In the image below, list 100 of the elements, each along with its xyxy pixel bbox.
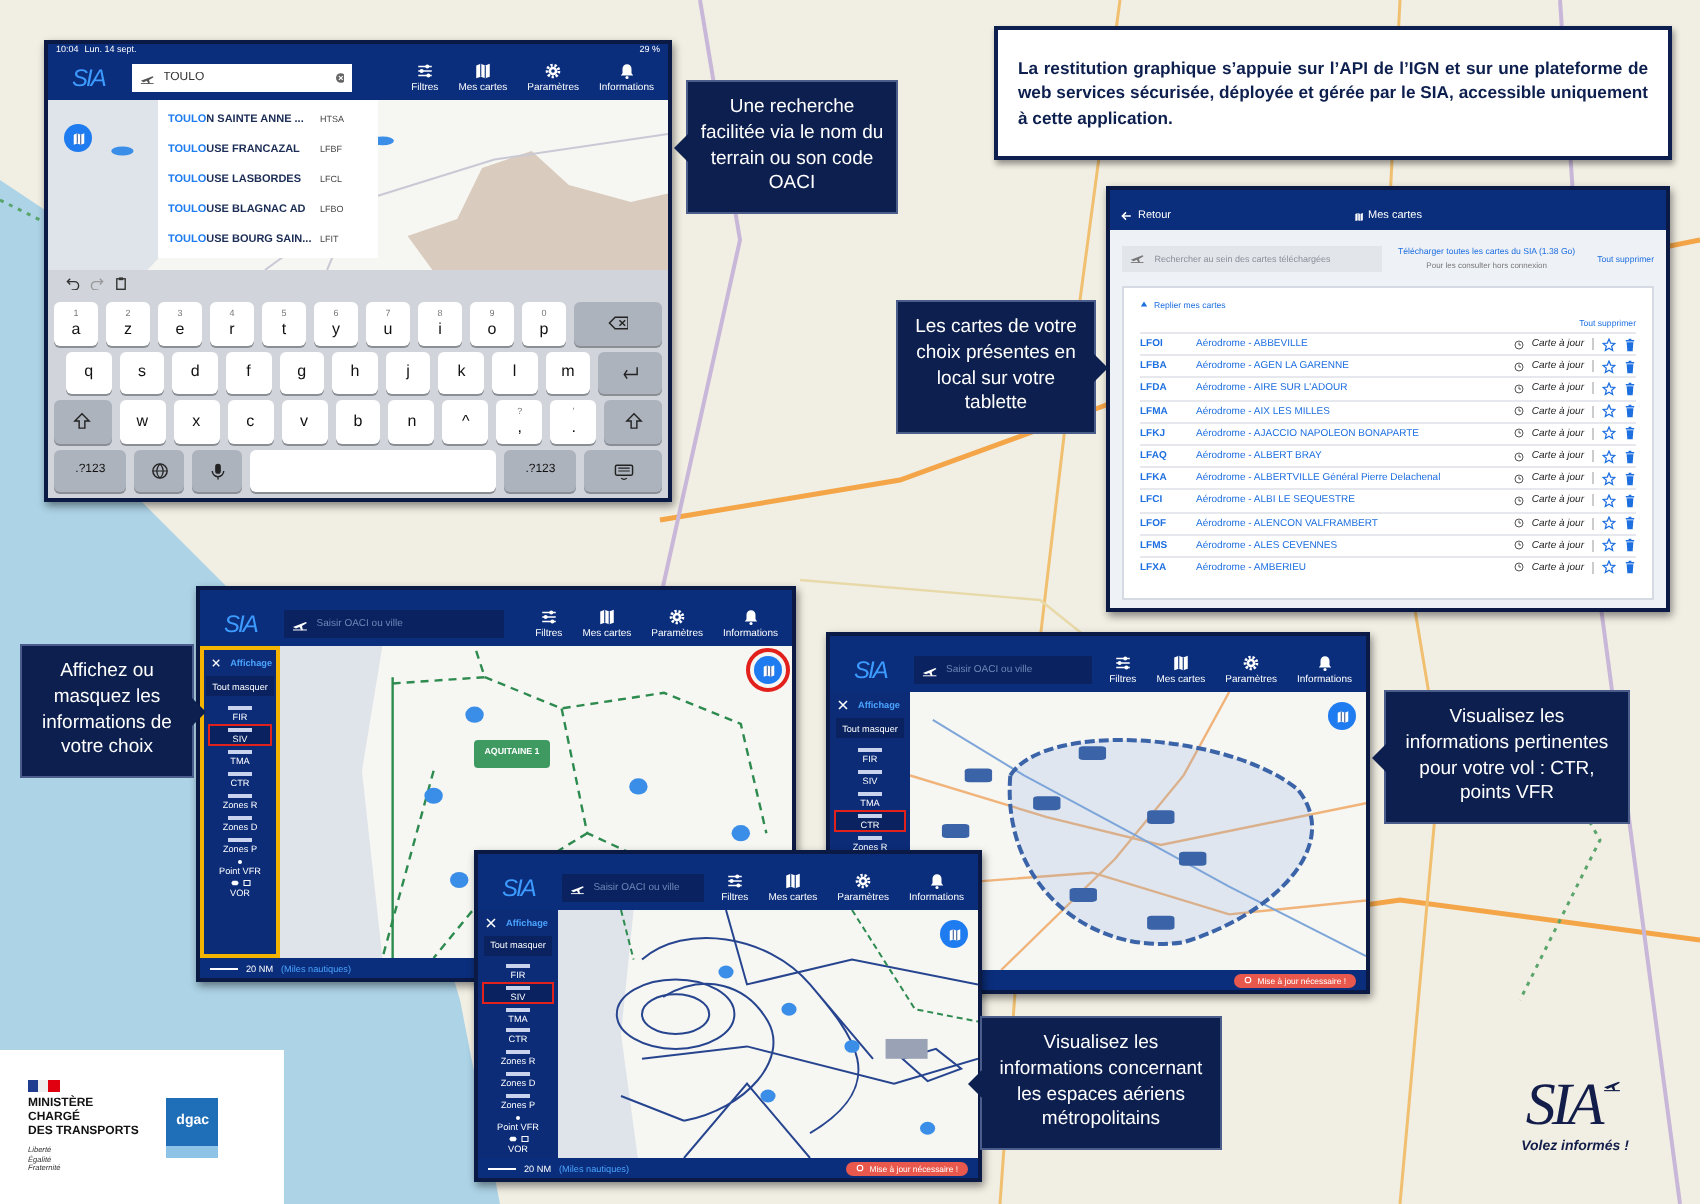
map-icon <box>1354 211 1365 221</box>
vor-icon <box>505 1136 531 1143</box>
callout-text: Les cartes de votre choix présentes en local sur votre tablette <box>913 316 1079 418</box>
trash-icon <box>1624 493 1636 508</box>
favorite-button[interactable] <box>1602 560 1616 575</box>
keyboard-key[interactable]: b <box>335 400 381 443</box>
keyboard-key[interactable]: f <box>225 351 271 394</box>
microphone-icon <box>207 461 228 480</box>
line-symbol-icon <box>228 771 252 775</box>
caret-icon <box>1140 300 1148 308</box>
keyboard-key[interactable]: ^ <box>442 400 489 443</box>
keyboard-key[interactable] <box>192 449 243 492</box>
plane-icon <box>1130 250 1145 266</box>
keyboard-key[interactable]: k <box>438 351 484 394</box>
clock-icon <box>1513 428 1524 439</box>
sliders-icon <box>415 62 434 80</box>
clock-icon <box>1513 518 1524 529</box>
map-icon <box>947 927 961 941</box>
sliders-icon <box>539 608 558 626</box>
favorite-button[interactable] <box>1602 426 1616 441</box>
delete-button[interactable] <box>1624 471 1636 486</box>
map-icon <box>783 872 802 890</box>
globe-icon <box>149 461 170 480</box>
keyboard-key[interactable]: n <box>388 400 435 443</box>
trash-icon <box>1624 337 1636 352</box>
callout-text: Affichez ou masquez les informations de votre choix <box>40 660 174 762</box>
line-symbol-icon <box>858 835 882 839</box>
gear-icon <box>544 62 563 80</box>
favorite-button[interactable] <box>1602 516 1616 531</box>
app-logo: SIA <box>70 64 108 92</box>
keyboard-key[interactable]: s <box>119 351 165 394</box>
map-icon <box>1335 709 1349 723</box>
app-logo: SIA <box>222 610 260 638</box>
delete-button[interactable] <box>1624 493 1636 508</box>
delete-button[interactable] <box>1624 359 1636 374</box>
line-symbol-icon <box>506 1072 530 1077</box>
shift-icon <box>72 412 93 431</box>
clock-icon <box>1513 562 1524 573</box>
shift-icon <box>623 412 644 431</box>
keyboard-key[interactable] <box>584 449 662 492</box>
keyboard-key[interactable]: c <box>227 400 274 443</box>
trash-icon <box>1624 471 1636 486</box>
bell-icon <box>741 608 760 626</box>
delete-button[interactable] <box>1624 560 1636 575</box>
gear-icon <box>1242 654 1261 672</box>
clear-icon <box>335 72 345 84</box>
clipboard-icon <box>114 276 128 290</box>
keyboard-key[interactable]: h <box>332 351 378 394</box>
favorite-button[interactable] <box>1602 493 1616 508</box>
delete-button[interactable] <box>1624 381 1636 396</box>
trash-icon <box>1624 381 1636 396</box>
bell-icon <box>617 62 636 80</box>
clock-icon <box>1513 383 1524 394</box>
refresh-icon <box>855 1164 864 1172</box>
favorite-button[interactable] <box>1602 404 1616 419</box>
keyboard-key[interactable]: x <box>173 400 220 443</box>
keyboard-icon <box>613 461 634 480</box>
keyboard-key[interactable]: d <box>172 351 218 394</box>
line-symbol-icon <box>506 963 530 968</box>
keyboard-key[interactable]: g <box>279 351 325 394</box>
favorite-button[interactable] <box>1602 359 1616 374</box>
map-icon <box>1171 654 1190 672</box>
line-symbol-icon <box>506 1007 530 1012</box>
vor-icon <box>227 880 253 886</box>
keyboard-key[interactable] <box>134 449 185 492</box>
backspace-icon <box>608 314 628 333</box>
bell-icon <box>1315 654 1334 672</box>
line-symbol-icon <box>506 1093 530 1098</box>
delete-button[interactable] <box>1624 449 1636 464</box>
favorite-button[interactable] <box>1602 471 1616 486</box>
trash-icon <box>1624 560 1636 575</box>
callout-text: Une recherche facilitée via le nom du terrain ou son code OACI <box>698 96 886 198</box>
bell-icon <box>927 872 946 890</box>
info-text: La restitution graphique s’appuie sur l’API de l’IGN et sur une plateforme de web services sécurisée, déployée et gérée par le SIA, accessible uniquement à cette application. <box>1018 56 1648 130</box>
brand-logo: SIA <box>1525 1076 1601 1136</box>
favorite-button[interactable] <box>1602 449 1616 464</box>
line-symbol-icon <box>858 813 882 817</box>
map-icon <box>71 131 85 145</box>
delete-button[interactable] <box>1624 404 1636 419</box>
flag-icon <box>28 1080 60 1093</box>
line-symbol-icon <box>228 837 252 841</box>
trash-icon <box>1624 538 1636 553</box>
favorite-button[interactable] <box>1602 381 1616 396</box>
keyboard-key[interactable]: v <box>281 400 328 443</box>
keyboard-key[interactable]: w <box>119 400 166 443</box>
trash-icon <box>1624 516 1636 531</box>
keyboard-key[interactable]: m <box>545 351 591 394</box>
line-symbol-icon <box>506 985 530 990</box>
line-symbol-icon <box>858 747 882 751</box>
delete-button[interactable] <box>1624 516 1636 531</box>
favorite-button[interactable] <box>1602 337 1616 352</box>
delete-button[interactable] <box>1624 426 1636 441</box>
favorite-button[interactable] <box>1602 538 1616 553</box>
delete-button[interactable] <box>1624 538 1636 553</box>
keyboard-key[interactable]: l <box>492 351 538 394</box>
app-logo: SIA <box>500 874 538 902</box>
clock-icon <box>1513 406 1524 417</box>
keyboard-key[interactable]: j <box>385 351 431 394</box>
delete-button[interactable] <box>1624 337 1636 352</box>
keyboard-key[interactable]: q <box>66 351 112 394</box>
